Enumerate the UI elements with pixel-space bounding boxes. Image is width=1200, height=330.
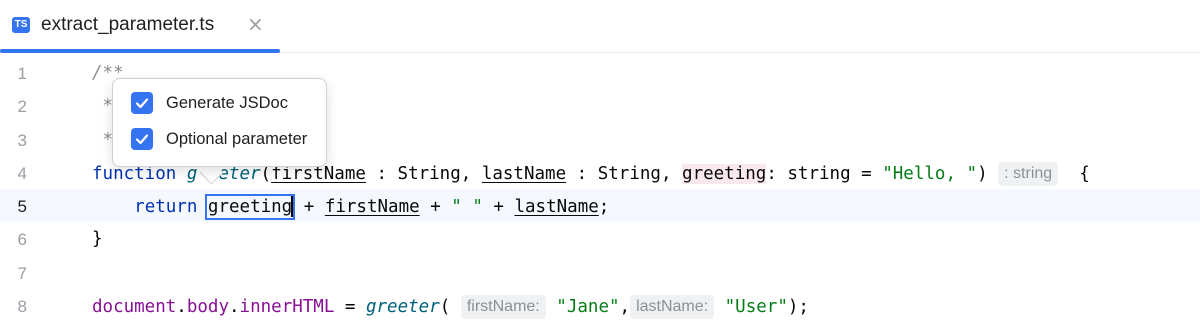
- extracted-expression-selection[interactable]: greeting: [204, 194, 296, 220]
- arg-user: "User": [724, 297, 788, 317]
- tab-filename: extract_parameter.ts: [41, 14, 215, 35]
- keyword-function: function: [92, 164, 177, 184]
- close-paren-semicolon: );: [787, 297, 809, 317]
- editor-tab-bar: TS extract_parameter.ts ×: [0, 0, 1200, 53]
- param-firstname[interactable]: firstName: [271, 164, 366, 184]
- identifier-document: document: [92, 297, 177, 317]
- call-greeter: greeter: [365, 297, 440, 317]
- string-space: " ": [451, 197, 483, 217]
- brace-open: {: [1079, 164, 1090, 184]
- line-number: 8: [17, 297, 27, 316]
- arg-jane: "Jane": [556, 297, 620, 317]
- param-hint-firstname: firstName:: [460, 295, 546, 319]
- code-line-2[interactable]: *: [92, 95, 114, 117]
- code-line-6[interactable]: }: [92, 228, 103, 250]
- operator-plus: +: [482, 197, 515, 217]
- param-greeting[interactable]: greeting: [682, 164, 767, 184]
- line-number: 4: [17, 164, 27, 183]
- function-name-start: g: [186, 164, 198, 184]
- variable-lastname[interactable]: lastName: [514, 197, 598, 217]
- property-innerhtml: innerHTML: [239, 297, 335, 317]
- checkbox-checked-icon[interactable]: [131, 92, 153, 114]
- code-line-3[interactable]: *: [92, 129, 114, 151]
- return-type-hint: : string: [998, 162, 1059, 186]
- close-icon[interactable]: ×: [247, 12, 264, 36]
- variable-firstname[interactable]: firstName: [325, 197, 420, 217]
- doc-comment: *: [92, 96, 114, 116]
- active-tab-indicator: [0, 49, 280, 53]
- line-number: 3: [17, 131, 27, 150]
- line-number-current: 5: [17, 197, 27, 216]
- operator-plus: +: [419, 197, 452, 217]
- type-separator: : String,: [566, 164, 683, 184]
- keyword-return: return: [134, 197, 198, 217]
- operator-plus: +: [293, 197, 325, 217]
- paren-close: ): [977, 164, 988, 184]
- code-line-8[interactable]: document.body.innerHTML = greeter( first…: [92, 295, 809, 319]
- dot: .: [176, 297, 187, 317]
- operator-assign: =: [334, 297, 366, 317]
- typescript-file-icon: TS: [12, 17, 30, 33]
- type-separator: : String,: [365, 164, 482, 184]
- option-label: Optional parameter: [166, 130, 308, 148]
- function-name-rest: eter: [218, 164, 261, 184]
- comma: ,: [619, 297, 631, 317]
- extract-parameter-options-popup: Generate JSDoc Optional parameter: [112, 78, 327, 167]
- paren-open: (: [439, 297, 451, 317]
- property-body: body: [186, 297, 229, 317]
- type-separator: : string =: [766, 164, 883, 184]
- checkbox-checked-icon[interactable]: [131, 128, 153, 150]
- line-number: 6: [17, 230, 27, 249]
- paren-open: (: [260, 164, 272, 184]
- param-hint-lastname: lastName:: [630, 295, 715, 319]
- code-line-5[interactable]: return greeting + firstName + " " + last…: [92, 194, 610, 220]
- option-label: Generate JSDoc: [166, 94, 288, 112]
- brace-close: }: [92, 229, 103, 249]
- line-number-gutter: 1 2 3 4 5 6 7 8: [0, 55, 72, 330]
- tab-extract-parameter-ts[interactable]: TS extract_parameter.ts ×: [0, 0, 280, 53]
- line-number: 2: [17, 97, 27, 116]
- default-string: "Hello, ": [882, 164, 978, 184]
- line-number: 1: [17, 64, 27, 83]
- line-number: 7: [17, 264, 27, 283]
- doc-comment: *: [92, 130, 114, 150]
- dot: .: [229, 297, 240, 317]
- semicolon: ;: [598, 197, 610, 217]
- param-lastname[interactable]: lastName: [482, 164, 566, 184]
